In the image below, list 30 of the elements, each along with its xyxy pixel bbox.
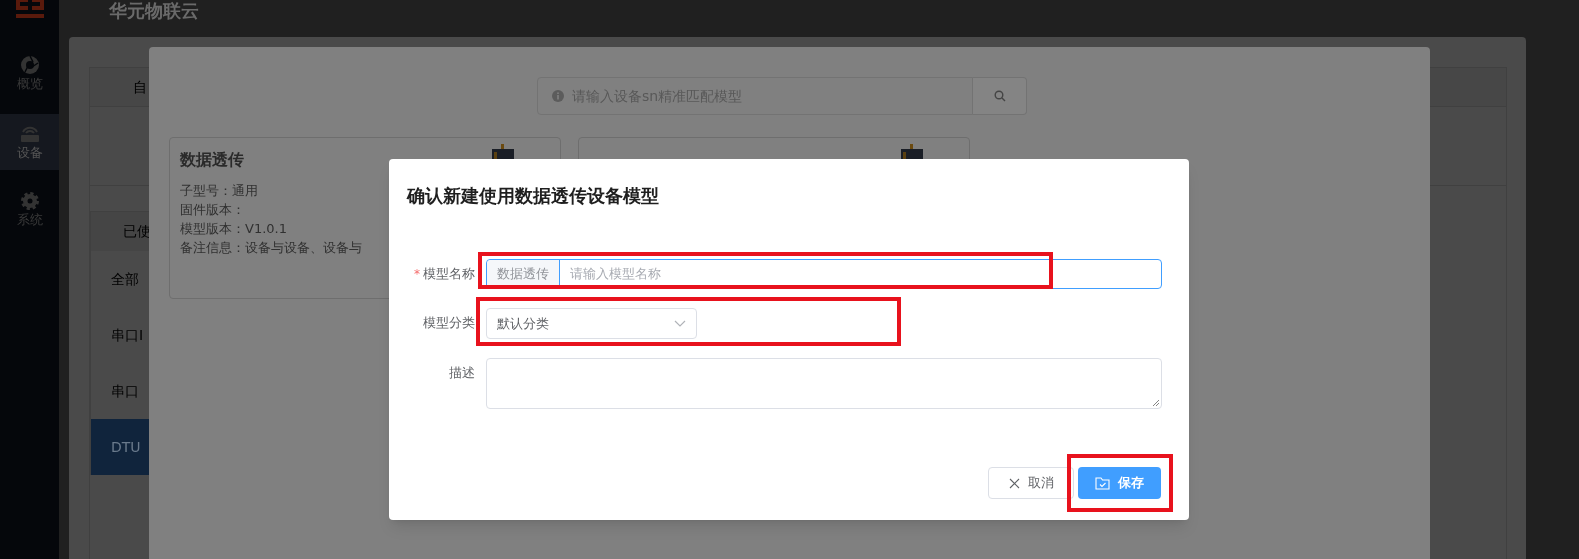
category-header: 已使 — [91, 212, 150, 251]
close-icon — [1008, 477, 1020, 489]
gear-icon — [19, 191, 40, 211]
name-field[interactable]: 数据透传 请输入模型名称 — [486, 259, 1162, 289]
search-icon — [993, 90, 1006, 102]
card-line: 模型版本：V1.0.1 — [180, 220, 287, 238]
required-mark: * — [414, 266, 420, 283]
field-label: 描述 — [449, 364, 475, 383]
sidebar-item[interactable]: 设备 — [0, 114, 59, 170]
card-line: 子型号：通用 — [180, 182, 258, 200]
chevron-down-icon — [674, 319, 686, 328]
tab[interactable]: 自 — [133, 76, 147, 98]
info-icon — [552, 90, 564, 102]
search-button[interactable] — [973, 77, 1027, 115]
field-label: 模型名称 — [423, 265, 475, 284]
category-item[interactable]: 全部 — [91, 251, 150, 307]
resize-grip-icon — [1152, 399, 1160, 407]
save-button[interactable]: 保存 — [1078, 467, 1161, 499]
folder-check-icon — [1095, 476, 1110, 490]
card-line: 备注信息：设备与设备、设备与 — [180, 239, 362, 257]
field-label: 模型分类 — [423, 314, 475, 333]
app-title: 华元物联云 — [109, 0, 199, 22]
cancel-button[interactable]: 取消 — [988, 467, 1074, 499]
category-item[interactable]: DTU — [91, 419, 150, 475]
aperture-icon — [19, 55, 40, 75]
card-line: 固件版本： — [180, 201, 245, 219]
field-prefix: 数据透传 — [487, 260, 560, 288]
category-select[interactable]: 默认分类 — [486, 308, 697, 339]
description-field[interactable] — [486, 358, 1162, 409]
card-title: 数据透传 — [180, 149, 244, 171]
